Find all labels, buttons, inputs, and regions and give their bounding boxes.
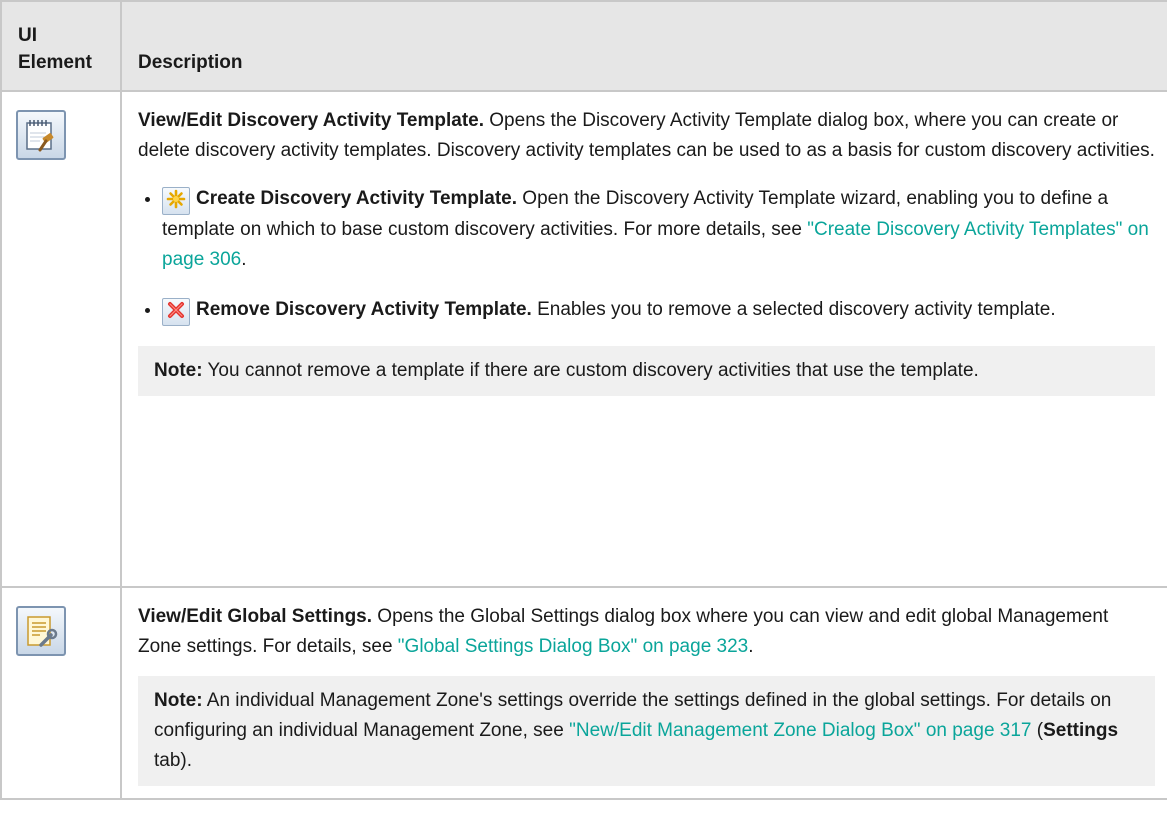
- ui-element-table: UI Element Description View/Edit Discove…: [0, 0, 1167, 800]
- row-description: View/Edit Discovery Activity Template. O…: [138, 106, 1155, 166]
- list-item: Remove Discovery Activity Template. Enab…: [162, 295, 1155, 326]
- ui-element-cell: [0, 586, 122, 800]
- note-settings-bold: Settings: [1043, 720, 1119, 741]
- create-star-icon: [162, 187, 190, 215]
- list-item: Create Discovery Activity Template. Open…: [162, 184, 1155, 275]
- sub-items-list: Create Discovery Activity Template. Open…: [138, 184, 1155, 326]
- table-row: View/Edit Global Settings. Opens the Glo…: [0, 586, 1167, 800]
- bullet-title: Create Discovery Activity Template.: [196, 188, 518, 209]
- note-label: Note:: [154, 690, 203, 711]
- note-label: Note:: [154, 360, 203, 381]
- global-settings-link[interactable]: "Global Settings Dialog Box" on page 323: [398, 636, 748, 657]
- template-notepad-hammer-icon: [16, 110, 66, 160]
- row-title: View/Edit Discovery Activity Template.: [138, 110, 484, 131]
- management-zone-link[interactable]: "New/Edit Management Zone Dialog Box" on…: [569, 720, 1031, 741]
- description-cell: View/Edit Discovery Activity Template. O…: [120, 90, 1167, 588]
- note-box: Note: You cannot remove a template if th…: [138, 346, 1155, 396]
- row-title: View/Edit Global Settings.: [138, 606, 373, 627]
- note-box: Note: An individual Management Zone's se…: [138, 676, 1155, 786]
- table-row: View/Edit Discovery Activity Template. O…: [0, 90, 1167, 588]
- bullet-punctuation: .: [241, 249, 247, 270]
- table-header-row: UI Element Description: [0, 0, 1167, 92]
- description-cell: View/Edit Global Settings. Opens the Glo…: [120, 586, 1167, 800]
- remove-x-icon: [162, 298, 190, 326]
- note-paren-close: tab).: [154, 750, 193, 771]
- settings-list-wrench-icon: [16, 606, 66, 656]
- bullet-text: Enables you to remove a selected discove…: [531, 299, 1056, 320]
- note-text: You cannot remove a template if there ar…: [202, 360, 979, 381]
- ui-element-cell: [0, 90, 122, 588]
- bullet-title: Remove Discovery Activity Template.: [196, 299, 532, 320]
- note-paren-open: (: [1031, 720, 1044, 741]
- row-punctuation: .: [748, 636, 754, 657]
- header-description: Description: [120, 0, 1167, 92]
- row-description: View/Edit Global Settings. Opens the Glo…: [138, 602, 1155, 662]
- header-ui-element: UI Element: [0, 0, 122, 92]
